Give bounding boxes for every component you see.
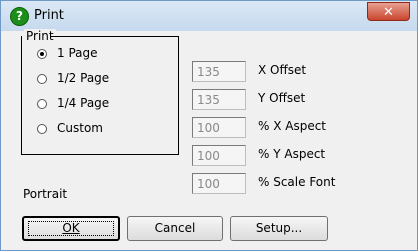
- setup-button[interactable]: Setup...: [230, 216, 328, 241]
- scale-font-label: % Scale Font: [258, 175, 336, 189]
- radio-label: 1 Page: [57, 46, 98, 60]
- y-offset-label: Y Offset: [258, 91, 306, 105]
- x-aspect-label: % X Aspect: [258, 119, 327, 133]
- title-bar: ? Print ✕: [1, 1, 417, 31]
- radio-indicator: [37, 74, 47, 84]
- y-aspect-field[interactable]: [192, 145, 246, 166]
- focus-rectangle: [28, 221, 114, 236]
- x-aspect-field[interactable]: [192, 117, 246, 138]
- radio-selected-indicator: [37, 49, 47, 59]
- x-offset-label: X Offset: [258, 63, 307, 77]
- close-button[interactable]: ✕: [367, 2, 410, 21]
- orientation-label: Portrait: [23, 187, 68, 201]
- x-offset-field[interactable]: [192, 61, 246, 82]
- help-question-icon: ?: [10, 7, 29, 26]
- setup-button-label: Setup...: [255, 221, 303, 235]
- y-offset-field[interactable]: [192, 89, 246, 110]
- radio-label: Custom: [57, 121, 103, 135]
- radio-label: 1/4 Page: [57, 96, 110, 110]
- radio-indicator: [37, 99, 47, 109]
- y-aspect-label: % Y Aspect: [258, 147, 326, 161]
- cancel-button[interactable]: Cancel: [127, 216, 223, 241]
- window-title: Print: [34, 8, 64, 23]
- radio-indicator: [37, 124, 47, 134]
- scale-font-field[interactable]: [192, 173, 246, 194]
- ok-button[interactable]: OK: [22, 216, 120, 241]
- radio-label: 1/2 Page: [57, 71, 110, 85]
- cancel-button-label: Cancel: [154, 221, 196, 235]
